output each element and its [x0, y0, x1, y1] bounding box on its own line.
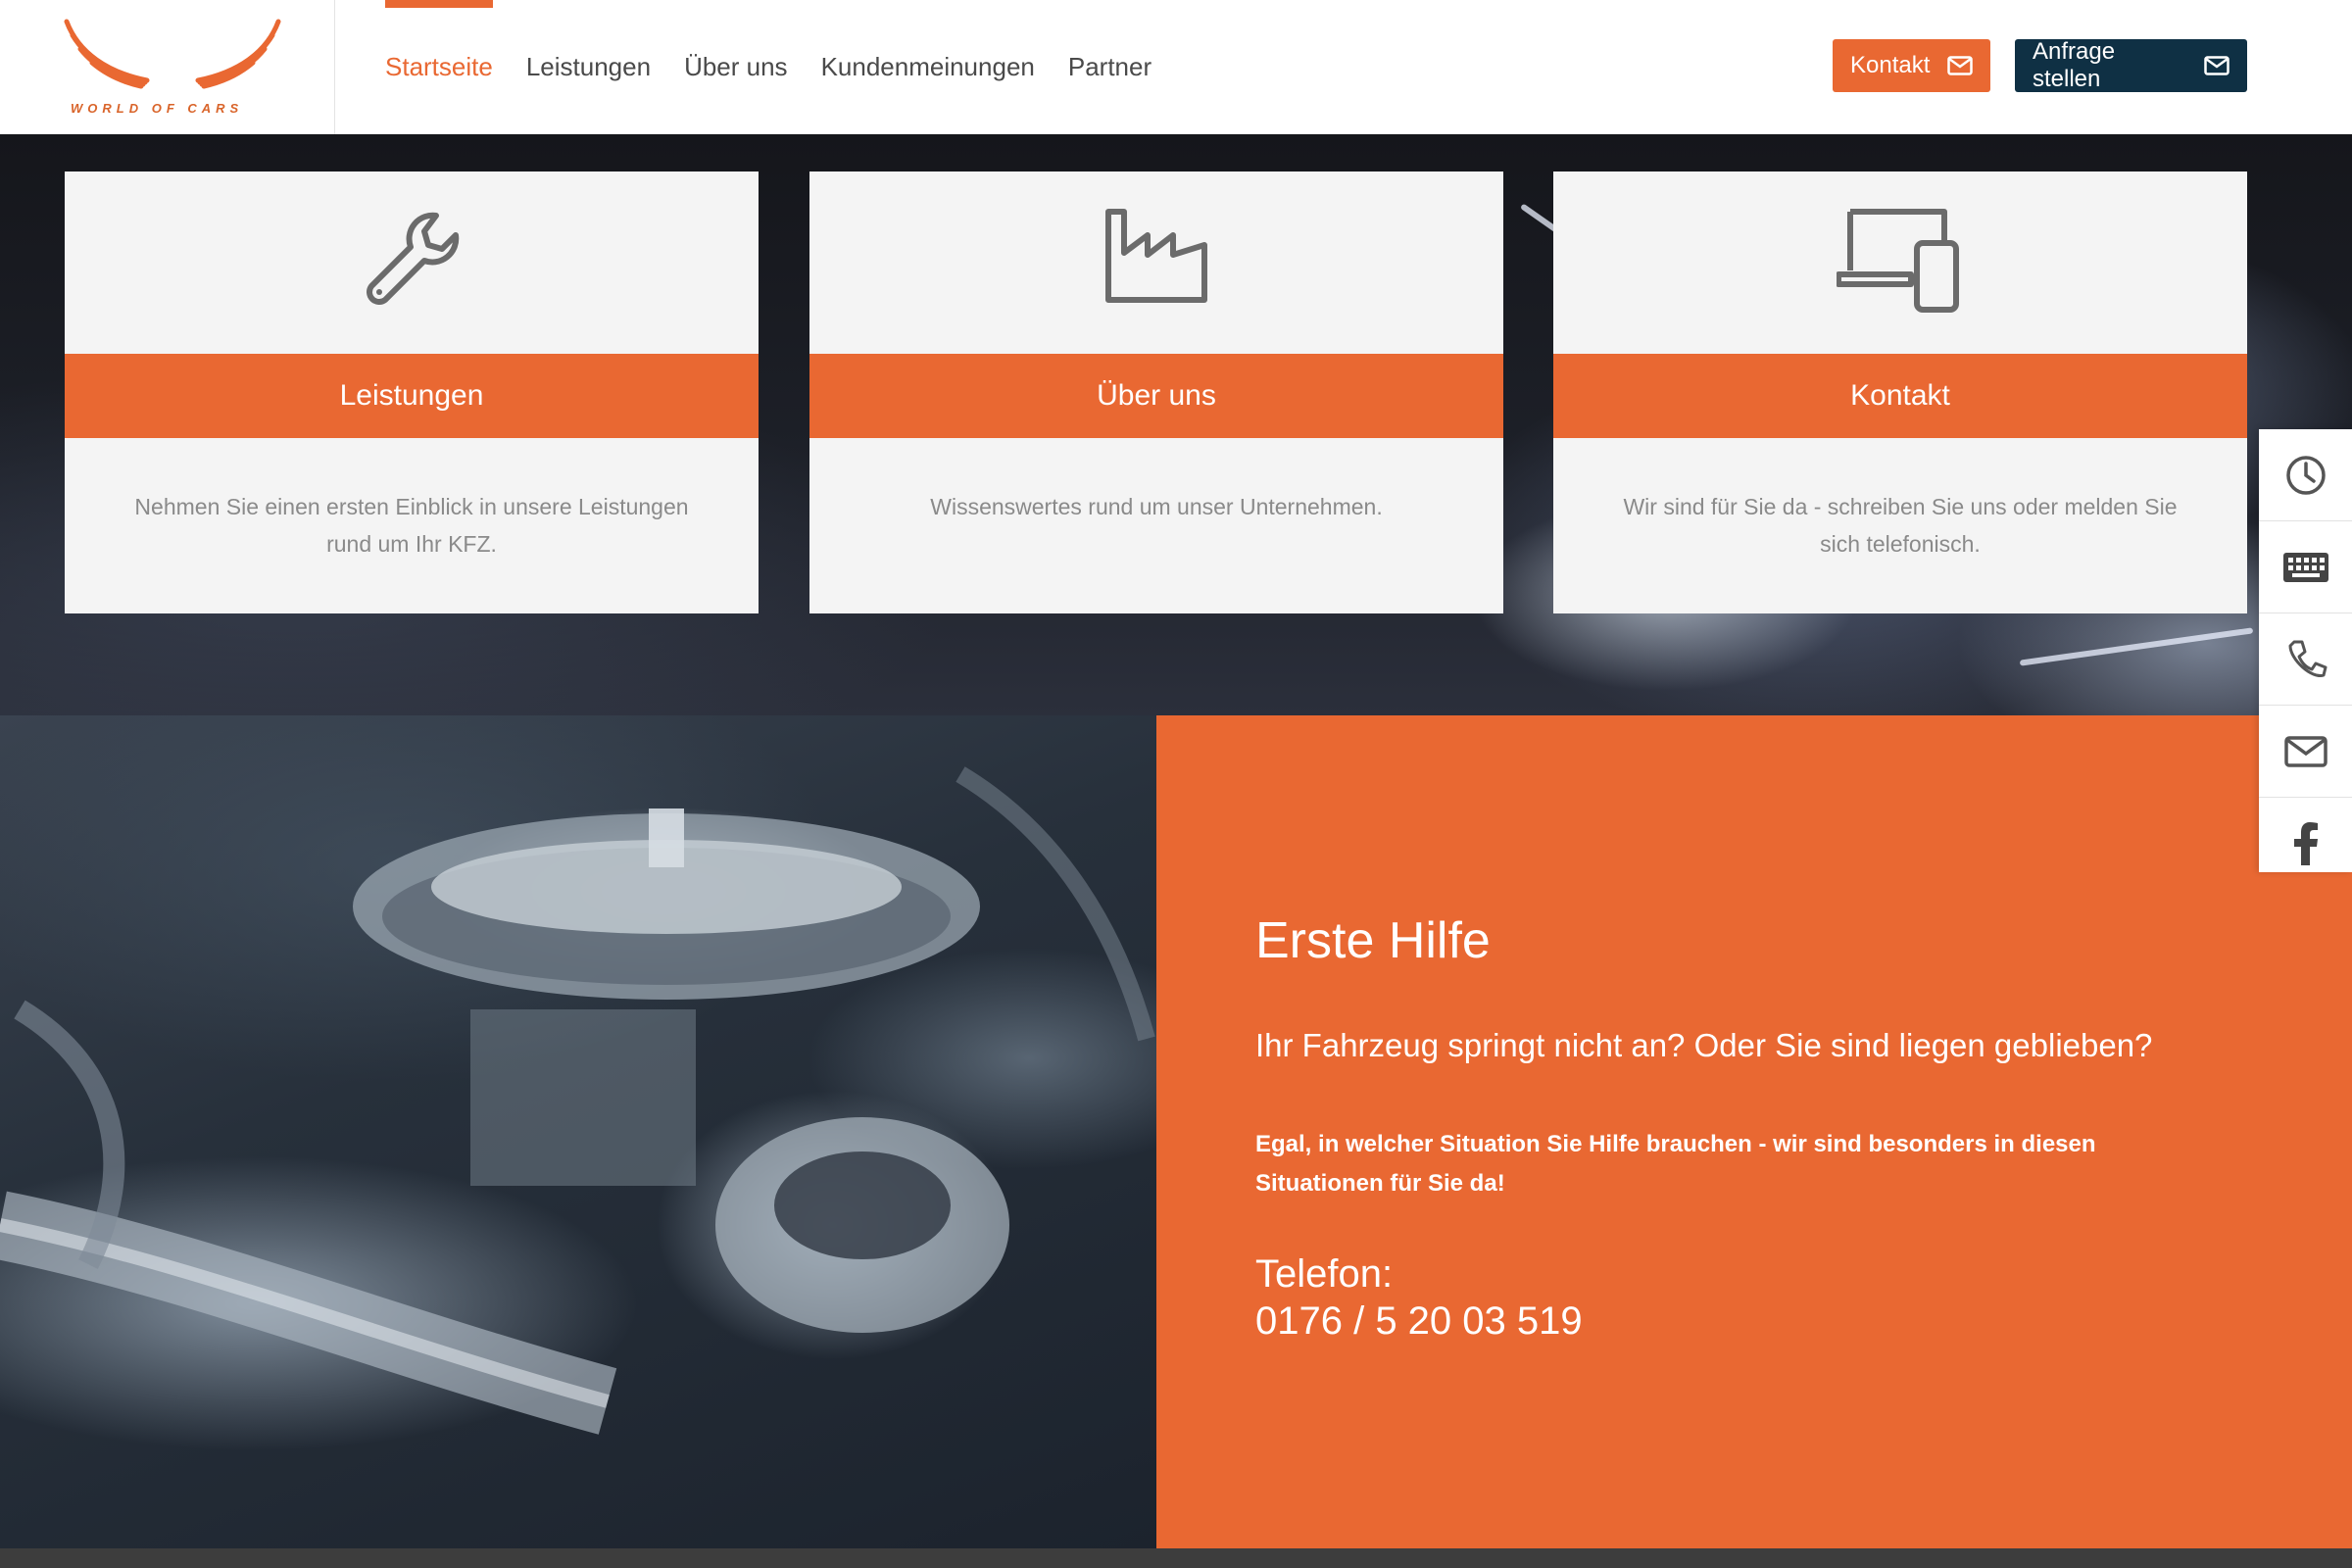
facebook-button[interactable]: [2259, 798, 2352, 890]
phone-number[interactable]: 0176 / 5 20 03 519: [1255, 1299, 1583, 1344]
engine-image: [0, 715, 1156, 1548]
keyboard-icon: [2282, 552, 2328, 582]
footer-strip: [0, 1548, 2352, 1568]
nav-item-partner[interactable]: Partner: [1068, 0, 1152, 134]
section-paragraph: Egal, in welcher Situation Sie Hilfe bra…: [1255, 1131, 2096, 1197]
card-title: Leistungen: [65, 354, 759, 438]
card-description: Nehmen Sie einen ersten Einblick in unse…: [134, 494, 689, 557]
phone-label: Telefon:: [1255, 1252, 1394, 1296]
section-title: Erste Hilfe: [1255, 912, 1491, 969]
card-ueber-uns[interactable]: Über uns Wissenswertes rund um unser Unt…: [809, 172, 1503, 613]
email-button[interactable]: [2259, 706, 2352, 798]
card-kontakt[interactable]: Kontakt Wir sind für Sie da - schreiben …: [1553, 172, 2247, 613]
anfrage-button-label: Anfrage stellen: [2033, 38, 2116, 92]
card-leistungen[interactable]: Leistungen Nehmen Sie einen ersten Einbl…: [65, 172, 759, 613]
section-question: Ihr Fahrzeug springt nicht an? Oder Sie …: [1255, 1027, 2153, 1063]
engine-illustration: [0, 766, 1155, 1435]
first-aid-section: Erste Hilfe Ihr Fahrzeug springt nicht a…: [1156, 715, 2352, 1548]
nav-item-startseite[interactable]: Startseite: [385, 0, 493, 134]
kontakt-button[interactable]: Kontakt: [1833, 39, 1990, 92]
phone-icon: [2288, 640, 2327, 677]
card-title: Über uns: [809, 354, 1503, 438]
kontakt-button-label: Kontakt: [1850, 52, 1931, 78]
clock-icon: [2285, 455, 2326, 495]
nav-item-ueber-uns[interactable]: Über uns: [684, 0, 788, 134]
facebook-icon: [2293, 822, 2318, 865]
envelope-icon: [2204, 56, 2230, 75]
mail-icon: [2283, 735, 2328, 767]
anfrage-stellen-button[interactable]: Anfrage stellen: [2015, 38, 2247, 92]
light-reflection: [2019, 627, 2254, 666]
logo[interactable]: WORLD OF CARS: [0, 0, 335, 134]
nav-item-kundenmeinungen[interactable]: Kundenmeinungen: [821, 0, 1035, 134]
devices-icon: [1553, 206, 2247, 314]
card-description: Wissenswertes rund um unser Unternehmen.: [930, 494, 1383, 519]
phone-button[interactable]: [2259, 613, 2352, 706]
wings-logo-icon: [64, 19, 281, 89]
card-title: Kontakt: [1553, 354, 2247, 438]
factory-icon: [809, 206, 1503, 304]
card-description: Wir sind für Sie da - schreiben Sie uns …: [1623, 494, 2178, 557]
wrench-icon: [65, 206, 759, 314]
envelope-icon: [1947, 56, 1974, 75]
opening-hours-button[interactable]: [2259, 429, 2352, 521]
form-button[interactable]: [2259, 521, 2352, 613]
sticky-contact-sidebar: [2259, 429, 2352, 872]
nav-item-leistungen[interactable]: Leistungen: [526, 0, 651, 134]
site-header: WORLD OF CARS Startseite Leistungen Über…: [0, 0, 2352, 134]
logo-text: WORLD OF CARS: [71, 101, 244, 116]
main-nav: Startseite Leistungen Über uns Kundenmei…: [385, 0, 1185, 134]
